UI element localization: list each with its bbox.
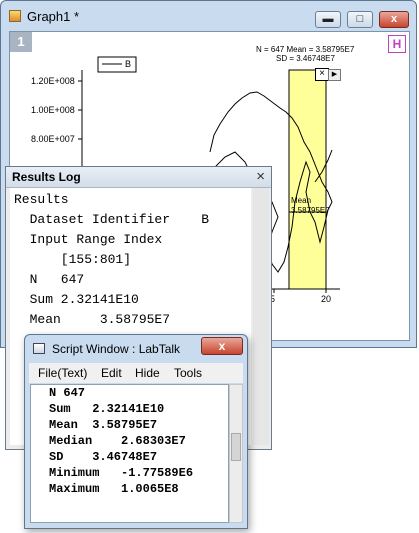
script-scrollbar[interactable]: [229, 384, 243, 523]
graph-titlebar[interactable]: Graph1 * ▬ □ x: [1, 1, 416, 31]
maximize-icon: □: [356, 13, 364, 25]
y-tick-label-2: 1.00E+008: [31, 105, 75, 115]
minimize-button[interactable]: ▬: [315, 11, 341, 28]
script-line: SD 3.46748E7: [49, 450, 158, 464]
script-line: Sum 2.32141E10: [49, 402, 165, 416]
results-line: Sum 2.32141E10: [14, 292, 139, 307]
y-tick-label-3: 8.00E+007: [31, 134, 75, 144]
script-scroll-thumb[interactable]: [231, 433, 241, 461]
results-line: Input Range Index: [14, 232, 163, 247]
mean-value: 3.58795E7: [291, 206, 330, 215]
script-editor[interactable]: N 647 Sum 2.32141E10 Mean 3.58795E7 Medi…: [30, 384, 229, 523]
menu-tools[interactable]: Tools: [174, 366, 202, 380]
band-menu-arrow-icon[interactable]: ▶: [328, 69, 341, 81]
results-line: [155:801]: [14, 252, 132, 267]
menu-file[interactable]: File(Text): [38, 366, 87, 380]
script-line: Minimum -1.77589E6: [49, 466, 194, 480]
script-line: Mean 3.58795E7: [49, 418, 158, 432]
script-window-close-button[interactable]: x: [201, 337, 243, 355]
script-window-icon: [33, 343, 45, 354]
script-window[interactable]: Script Window : LabTalk x File(Text) Edi…: [24, 334, 248, 529]
stats-line-2: SD = 3.46748E7: [276, 54, 335, 63]
results-line: Mean 3.58795E7: [14, 312, 171, 327]
selection-band: [288, 69, 327, 290]
graph-title: Graph1 *: [27, 9, 80, 24]
close-button[interactable]: x: [379, 11, 409, 28]
maximize-button[interactable]: □: [347, 11, 373, 28]
results-log-title: Results Log: [12, 170, 81, 184]
script-window-title: Script Window : LabTalk: [52, 342, 181, 356]
band-close-icon[interactable]: ×: [315, 68, 329, 81]
results-line: Results: [14, 192, 69, 207]
graph-icon: [9, 10, 21, 22]
close-icon: x: [390, 13, 398, 25]
legend-label: B: [125, 59, 132, 69]
mean-label: Mean: [291, 196, 312, 205]
script-menubar: File(Text) Edit Hide Tools: [29, 363, 243, 383]
menu-hide[interactable]: Hide: [135, 366, 160, 380]
stats-line-1: N = 647 Mean = 3.58795E7: [256, 45, 355, 54]
results-log-scrollbar[interactable]: [253, 188, 269, 445]
results-line: N 647: [14, 272, 85, 287]
minimize-icon: ▬: [322, 13, 334, 25]
menu-edit[interactable]: Edit: [101, 366, 122, 380]
script-line: Median 2.68303E7: [49, 434, 186, 448]
script-window-titlebar[interactable]: Script Window : LabTalk x: [25, 335, 247, 363]
script-line: N 647: [49, 386, 86, 400]
x-tick-label-2: 20: [321, 294, 332, 304]
results-log-titlebar[interactable]: Results Log ×: [6, 167, 271, 188]
results-log-close-icon[interactable]: ×: [256, 168, 265, 185]
results-line: Dataset Identifier B: [14, 212, 210, 227]
script-line: Maximum 1.0065E8: [49, 482, 179, 496]
y-tick-label-1: 1.20E+008: [31, 76, 75, 86]
